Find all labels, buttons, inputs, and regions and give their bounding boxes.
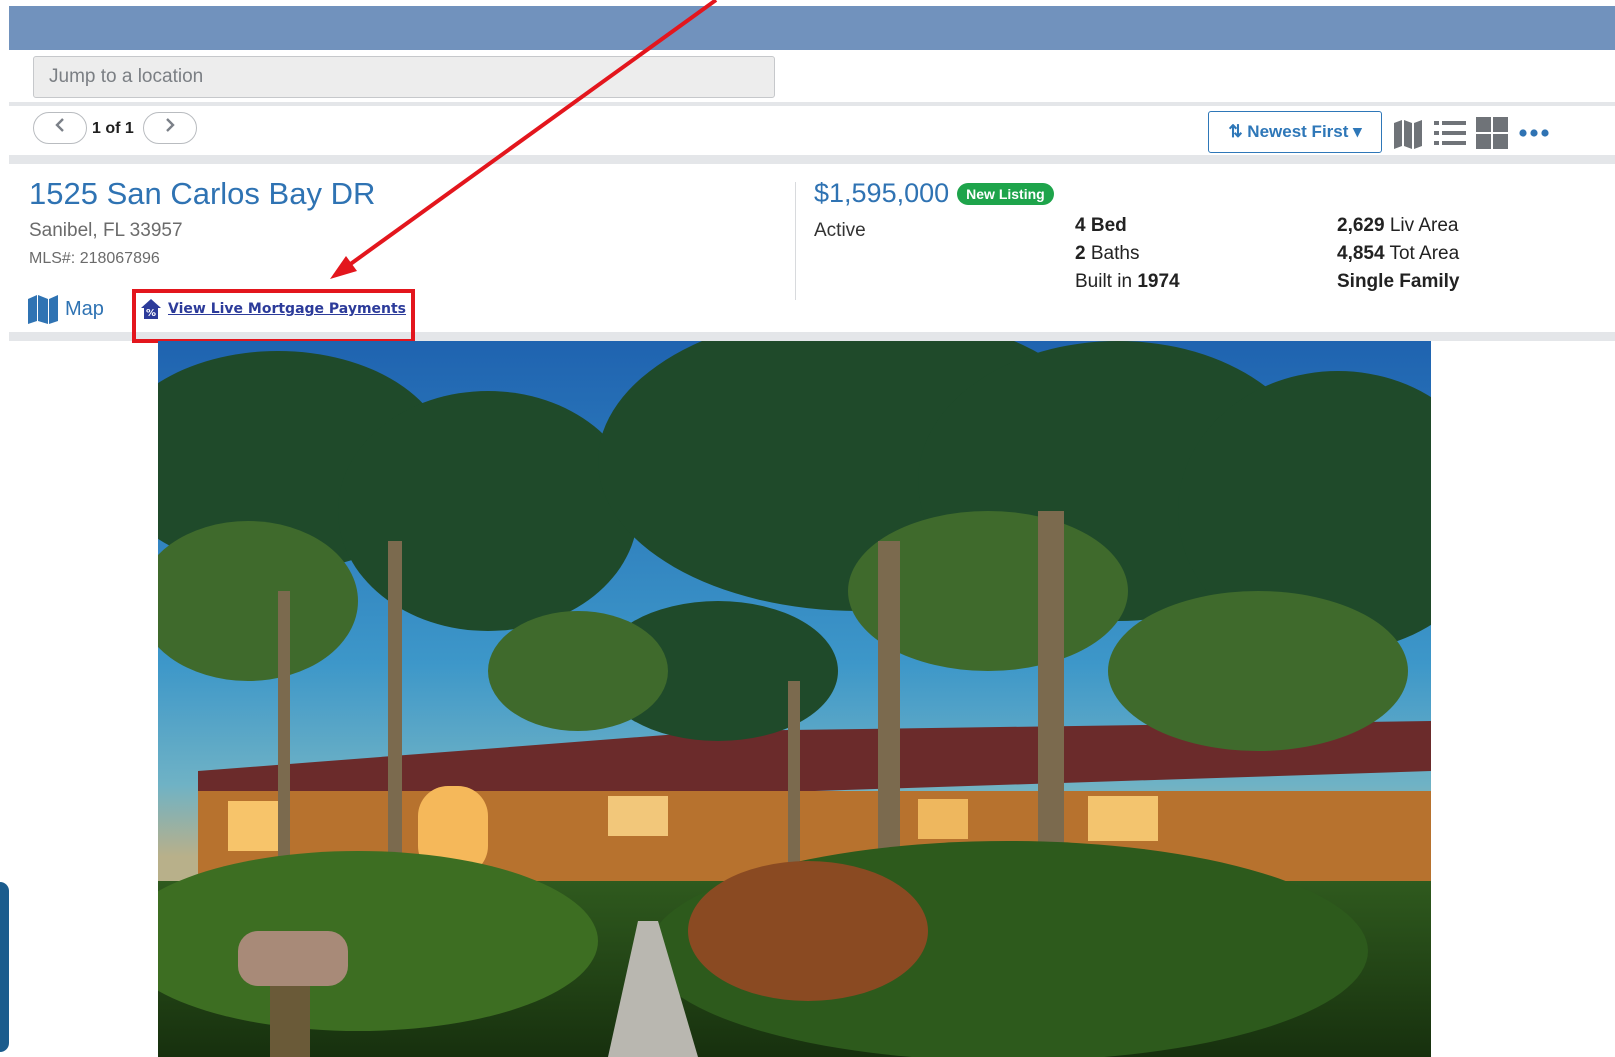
more-icon[interactable] [1517, 116, 1551, 150]
listing-card: 1525 San Carlos Bay DR Sanibel, FL 33957… [9, 173, 1615, 343]
listing-address[interactable]: 1525 San Carlos Bay DR [29, 176, 375, 212]
map-view-icon[interactable] [1391, 116, 1425, 150]
listing-photo[interactable] [158, 341, 1431, 1057]
mortgage-link-label: View Live Mortgage Payments [168, 301, 407, 317]
page-indicator: 1 of 1 [92, 120, 134, 137]
listing-price-row: $1,595,000 New Listing [814, 178, 1054, 209]
living-area-spec: 2,629 Liv Area [1337, 215, 1459, 236]
built-spec: Built in 1974 [1075, 271, 1180, 292]
chevron-left-icon [55, 118, 64, 132]
app-frame: 1 of 1 ⇅ Newest First ▾ 1525 San Carlos … [9, 6, 1615, 1057]
total-area-spec: 4,854 Tot Area [1337, 243, 1460, 264]
chevron-right-icon [166, 118, 175, 132]
beds-spec: 4 Bed [1075, 215, 1127, 236]
mortgage-payments-link[interactable]: % View Live Mortgage Payments [140, 298, 406, 320]
map-icon [28, 295, 58, 324]
sort-dropdown[interactable]: ⇅ Newest First ▾ [1208, 111, 1382, 153]
list-view-icon[interactable] [1433, 116, 1467, 150]
new-listing-badge: New Listing [957, 182, 1054, 205]
mortgage-house-icon: % [141, 299, 161, 319]
view-toggle-group [1391, 116, 1551, 150]
svg-text:%: % [146, 308, 156, 319]
prev-page-button[interactable] [33, 112, 87, 144]
column-divider [795, 182, 796, 300]
property-type-spec: Single Family [1337, 271, 1460, 292]
top-bar [9, 6, 1615, 50]
location-search-input[interactable] [33, 56, 775, 98]
grid-view-icon[interactable] [1475, 116, 1509, 150]
pagination-row: 1 of 1 ⇅ Newest First ▾ [9, 106, 1615, 164]
listing-city: Sanibel, FL 33957 [29, 220, 183, 241]
listing-mls-number: MLS#: 218067896 [29, 250, 160, 267]
listing-status: Active [814, 220, 866, 241]
map-link-label: Map [65, 297, 104, 320]
baths-spec: 2 Baths [1075, 243, 1140, 264]
next-page-button[interactable] [143, 112, 197, 144]
map-link[interactable]: Map [27, 294, 104, 324]
search-row [9, 50, 1615, 106]
side-widget-edge [0, 882, 9, 1052]
listing-price: $1,595,000 [814, 178, 950, 208]
